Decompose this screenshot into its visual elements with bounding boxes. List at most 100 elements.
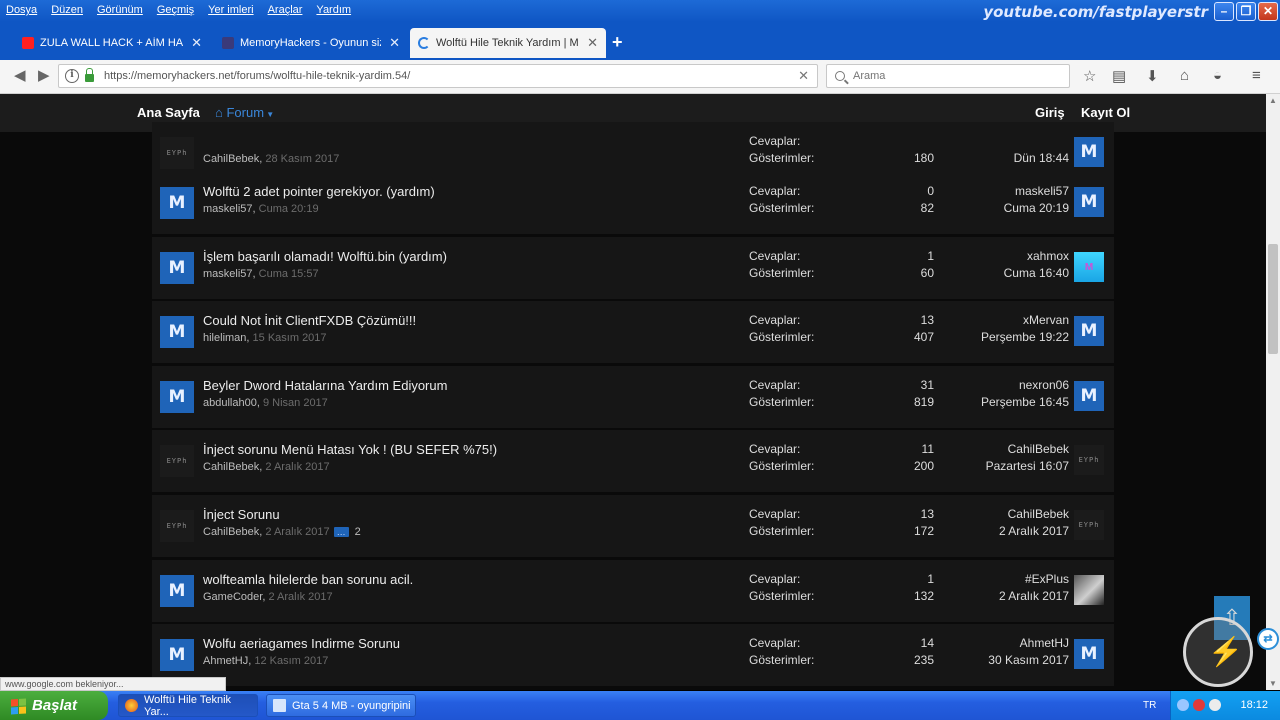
thread-author[interactable]: maskeli57 — [203, 203, 253, 215]
tab-close-icon[interactable]: ✕ — [587, 35, 598, 51]
scroll-down-arrow-icon[interactable]: ▼ — [1269, 679, 1277, 688]
site-info-icon[interactable]: i — [65, 69, 79, 83]
user-avatar-icon[interactable]: EYPh — [160, 510, 194, 542]
bookmark-star-icon[interactable]: ☆ — [1083, 67, 1096, 85]
tab-zula[interactable]: ZULA WALL HACK + AİM HACK ... ✕ — [14, 28, 210, 58]
user-avatar-icon[interactable]: M — [1074, 137, 1104, 167]
thread-author[interactable]: maskeli57 — [203, 268, 253, 280]
user-avatar-icon[interactable]: EYPh — [160, 137, 194, 169]
scrollbar-thumb[interactable] — [1268, 244, 1278, 354]
network-icon[interactable] — [1177, 699, 1189, 711]
user-avatar-icon[interactable]: M — [160, 316, 194, 348]
pocket-icon[interactable]: ◒ — [1213, 67, 1222, 84]
thread-author[interactable]: CahilBebek — [203, 153, 259, 165]
nav-login[interactable]: Giriş — [1035, 105, 1065, 120]
forward-arrow-icon[interactable]: ▶ — [38, 66, 50, 84]
last-post-date[interactable]: 2 Aralık 2017 — [999, 524, 1069, 538]
thread-author[interactable]: CahilBebek — [203, 526, 259, 538]
menu-view[interactable]: Görünüm — [97, 4, 143, 16]
user-avatar-icon[interactable]: M — [160, 252, 194, 284]
thread-title[interactable]: Could Not İnit ClientFXDB Çözümü!!! — [203, 313, 416, 328]
user-avatar-icon[interactable]: EYPh — [1074, 445, 1104, 475]
user-avatar-icon[interactable]: M — [160, 639, 194, 671]
thread-title[interactable]: Beyler Dword Hatalarına Yardım Ediyorum — [203, 378, 447, 393]
thread-author[interactable]: CahilBebek — [203, 461, 259, 473]
last-post-user[interactable]: CahilBebek — [1008, 442, 1069, 456]
last-post-date[interactable]: 2 Aralık 2017 — [999, 589, 1069, 603]
user-avatar-icon[interactable]: EYPh — [160, 445, 194, 477]
language-indicator[interactable]: TR — [1143, 700, 1156, 711]
user-avatar-icon[interactable]: M — [160, 381, 194, 413]
nav-home[interactable]: Ana Sayfa — [137, 105, 200, 120]
vertical-scrollbar[interactable]: ▲ ▼ — [1266, 94, 1280, 690]
user-avatar-icon[interactable]: M — [160, 187, 194, 219]
thread-author[interactable]: GameCoder — [203, 591, 262, 603]
reading-list-icon[interactable]: ▤ — [1112, 67, 1126, 85]
thread-author[interactable]: abdullah00 — [203, 397, 257, 409]
nav-register[interactable]: Kayıt Ol — [1081, 105, 1130, 120]
thread-author[interactable]: hileliman — [203, 332, 246, 344]
maximize-button[interactable]: ❐ — [1236, 2, 1256, 21]
thread-title[interactable]: Wolftü 2 adet pointer gerekiyor. (yardım… — [203, 184, 435, 199]
search-box[interactable] — [826, 64, 1070, 88]
page-link[interactable]: 2 — [355, 526, 361, 538]
thread-title[interactable]: Wolfu aeriagames Indirme Sorunu — [203, 636, 400, 651]
user-avatar-icon[interactable]: M — [1074, 252, 1104, 282]
user-avatar-icon[interactable]: M — [1074, 381, 1104, 411]
search-input[interactable] — [853, 70, 1053, 82]
last-post-user[interactable]: maskeli57 — [1015, 184, 1069, 198]
thread-title[interactable]: İnject Sorunu — [203, 507, 280, 522]
teamviewer-icon[interactable]: ⇄ — [1257, 628, 1279, 650]
thread-title[interactable]: İşlem başarılı olamadı! Wolftü.bin (yard… — [203, 249, 447, 264]
user-avatar-icon[interactable]: M — [160, 575, 194, 607]
stop-loading-icon[interactable]: ✕ — [798, 68, 809, 84]
last-post-date[interactable]: Perşembe 16:45 — [981, 395, 1069, 409]
taskbar-firefox-window[interactable]: Wolftü Hile Teknik Yar... — [118, 694, 258, 718]
menu-bookmarks[interactable]: Yer imleri — [208, 4, 253, 16]
close-window-button[interactable]: ✕ — [1258, 2, 1278, 21]
taskbar-folder-window[interactable]: Gta 5 4 MB - oyungripini — [266, 694, 416, 717]
download-icon[interactable]: ⬇ — [1146, 67, 1159, 85]
last-post-user[interactable]: nexron06 — [1019, 378, 1069, 392]
menu-file[interactable]: Dosya — [6, 4, 37, 16]
user-avatar-icon[interactable]: M — [1074, 639, 1104, 669]
user-avatar-icon[interactable]: EYPh — [1074, 510, 1104, 540]
menu-help[interactable]: Yardım — [316, 4, 351, 16]
thread-title[interactable]: İnject sorunu Menü Hatası Yok ! (BU SEFE… — [203, 442, 497, 457]
last-post-user[interactable]: #ExPlus — [1025, 572, 1069, 586]
last-post-user[interactable]: xahmox — [1027, 249, 1069, 263]
user-avatar-icon[interactable]: M — [1074, 187, 1104, 217]
last-post-date[interactable]: Dün 18:44 — [1014, 151, 1069, 165]
nav-forum[interactable]: ⌂ Forum ▼ — [215, 105, 274, 120]
thread-author[interactable]: AhmetHJ — [203, 655, 248, 667]
url-bar[interactable]: i https://memoryhackers.net/forums/wolft… — [58, 64, 818, 88]
tab-close-icon[interactable]: ✕ — [191, 35, 202, 51]
thread-title[interactable]: wolfteamla hilelerde ban sorunu acil. — [203, 572, 413, 587]
last-post-date[interactable]: Cuma 16:40 — [1004, 266, 1069, 280]
back-arrow-icon[interactable]: ◀ — [14, 66, 26, 84]
last-post-user[interactable]: AhmetHJ — [1020, 636, 1069, 650]
last-post-user[interactable]: xMervan — [1023, 313, 1069, 327]
volume-icon[interactable] — [1209, 699, 1221, 711]
menu-edit[interactable]: Düzen — [51, 4, 83, 16]
menu-history[interactable]: Geçmiş — [157, 4, 194, 16]
security-icon[interactable] — [1193, 699, 1205, 711]
last-post-date[interactable]: 30 Kasım 2017 — [988, 653, 1069, 667]
hamburger-menu-icon[interactable]: ≡ — [1252, 67, 1261, 84]
tab-close-icon[interactable]: ✕ — [389, 35, 400, 51]
last-post-date[interactable]: Pazartesi 16:07 — [986, 459, 1069, 473]
home-icon[interactable]: ⌂ — [1180, 67, 1189, 84]
last-post-date[interactable]: Cuma 20:19 — [1004, 201, 1069, 215]
start-button[interactable]: Başlat — [0, 691, 108, 720]
user-avatar-icon[interactable] — [1074, 575, 1104, 605]
minimize-button[interactable]: – — [1214, 2, 1234, 21]
scroll-up-arrow-icon[interactable]: ▲ — [1269, 96, 1277, 105]
menu-tools[interactable]: Araçlar — [268, 4, 303, 16]
clock[interactable]: 18:12 — [1240, 699, 1268, 711]
user-avatar-icon[interactable]: M — [1074, 316, 1104, 346]
url-text[interactable]: https://memoryhackers.net/forums/wolftu-… — [104, 70, 798, 82]
new-tab-button[interactable]: + — [612, 32, 623, 53]
tab-wolftu-active[interactable]: Wolftü Hile Teknik Yardım | Me... ✕ — [410, 28, 606, 58]
last-post-date[interactable]: Perşembe 19:22 — [981, 330, 1069, 344]
tab-memoryhackers[interactable]: MemoryHackers - Oyunun sizinle... ✕ — [214, 28, 408, 58]
